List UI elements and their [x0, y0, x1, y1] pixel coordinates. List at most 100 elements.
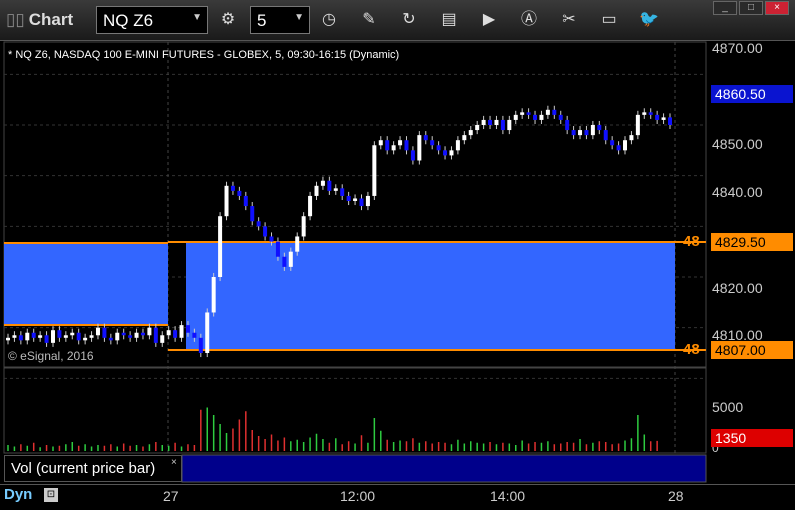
candle-body — [237, 190, 242, 196]
candle-body — [616, 145, 621, 151]
candle-body — [76, 332, 81, 341]
candle-body — [481, 119, 486, 125]
candle-body — [449, 150, 454, 156]
close-icon[interactable]: × — [171, 457, 177, 468]
level-price-tag[interactable]: 4829.50 — [711, 233, 793, 251]
tools-icon[interactable]: ✂ — [552, 6, 586, 34]
volume-panel-border — [3, 367, 707, 454]
volume-study-label[interactable]: Vol (current price bar) — [4, 455, 182, 482]
candle-body — [153, 327, 158, 343]
candle-body — [147, 327, 152, 336]
candle-body — [346, 195, 351, 201]
candle-body — [269, 236, 274, 242]
candle-body — [494, 119, 499, 125]
candle-body — [121, 332, 126, 336]
volume-label-strip — [181, 454, 707, 483]
app-title: ▯▯ Chart — [6, 10, 73, 30]
candle-body — [578, 130, 583, 136]
candle-body — [211, 277, 216, 313]
candle-body — [115, 332, 120, 341]
candle-body — [661, 117, 666, 120]
candle-body — [455, 140, 460, 151]
level-label: 48 — [683, 233, 700, 250]
candle-body — [571, 130, 576, 136]
candle-body — [500, 119, 505, 131]
chart-type-icon[interactable]: ▤ — [432, 6, 466, 34]
candle-body — [288, 251, 293, 267]
candle-body — [372, 145, 377, 196]
candle-body — [243, 195, 248, 207]
candle-body — [160, 335, 165, 343]
candle-body — [31, 332, 36, 338]
candle-body — [597, 125, 602, 131]
candle-body — [436, 145, 441, 151]
candle-body — [629, 135, 634, 141]
comment-icon[interactable]: ▭ — [592, 6, 626, 34]
candle-body — [102, 327, 107, 338]
candle-body — [256, 221, 261, 227]
candle-body — [282, 256, 287, 267]
refresh-icon[interactable]: ↻ — [392, 6, 426, 34]
level-price-tag[interactable]: 4807.00 — [711, 341, 793, 359]
candle-body — [635, 114, 640, 136]
alert-icon[interactable]: Ⓐ — [512, 6, 546, 34]
candle-body — [655, 114, 660, 120]
candle-body — [327, 180, 332, 191]
current-price-tag: 4860.50 — [711, 85, 793, 103]
candle-body — [301, 216, 306, 237]
price-chart[interactable] — [0, 41, 795, 510]
candle-body — [378, 140, 383, 146]
candle-body — [533, 114, 538, 120]
candle-body — [603, 130, 608, 141]
twitter-icon[interactable]: 🐦 — [632, 6, 666, 34]
draw-icon[interactable]: ✎ — [352, 6, 386, 34]
price-axis-label: 4870.00 — [712, 40, 763, 56]
candle-body — [250, 206, 255, 222]
candle-body — [6, 337, 10, 341]
candle-body — [526, 112, 531, 115]
candle-body — [462, 135, 467, 141]
volume-axis-label: 5000 — [712, 399, 744, 415]
candle-body — [38, 335, 43, 338]
price-axis-label: 4820.00 — [712, 280, 763, 296]
candle-body — [205, 312, 210, 353]
minimize-button[interactable]: _ — [713, 1, 737, 15]
chevron-down-icon[interactable]: ▼ — [192, 12, 202, 23]
clock-icon[interactable]: ◷ — [312, 6, 346, 34]
price-axis-label: 4850.00 — [712, 136, 763, 152]
interval-input[interactable]: 5 ▼ — [250, 6, 310, 34]
maximize-button[interactable]: □ — [739, 1, 763, 15]
chart-title: * NQ Z6, NASDAQ 100 E-MINI FUTURES - GLO… — [8, 49, 400, 61]
close-button[interactable]: × — [765, 1, 789, 15]
time-axis-label: 12:00 — [340, 488, 376, 504]
interval-value: 5 — [257, 11, 267, 30]
dynamic-mode[interactable]: Dyn — [4, 486, 32, 503]
window-title: Chart — [28, 10, 74, 29]
symbol-input[interactable]: NQ Z6 ▼ — [96, 6, 208, 34]
toolbar: ▯▯ Chart NQ Z6 ▼ ⚙ 5 ▼ ◷ ✎ ↻ ▤ ▶ Ⓐ ✂ ▭ 🐦 _ … — [0, 0, 795, 41]
candle-body — [584, 130, 589, 136]
candle-body — [488, 119, 493, 125]
symbol-link-icon[interactable]: ⚙ — [211, 6, 245, 34]
candle-body — [552, 109, 557, 115]
candle-body — [192, 332, 197, 338]
candle-body — [134, 332, 139, 338]
chevron-down-icon[interactable]: ▼ — [294, 12, 304, 23]
candle-body — [623, 140, 628, 151]
candle-body — [263, 226, 268, 237]
candle-body — [185, 325, 190, 333]
symbol-value: NQ Z6 — [103, 11, 154, 30]
candle-body — [404, 140, 409, 151]
candle-body — [320, 180, 325, 186]
candle-body — [475, 125, 480, 131]
candle-body — [108, 337, 113, 341]
candle-body — [507, 119, 512, 131]
play-icon[interactable]: ▶ — [472, 6, 506, 34]
grip-icon[interactable]: ▯▯ — [6, 10, 25, 29]
candle-body — [173, 330, 178, 338]
candle-body — [391, 145, 396, 151]
candle-body — [359, 198, 364, 207]
candle-body — [89, 335, 94, 338]
lock-icon[interactable]: ⊡ — [44, 488, 58, 502]
candle-body — [198, 337, 203, 353]
